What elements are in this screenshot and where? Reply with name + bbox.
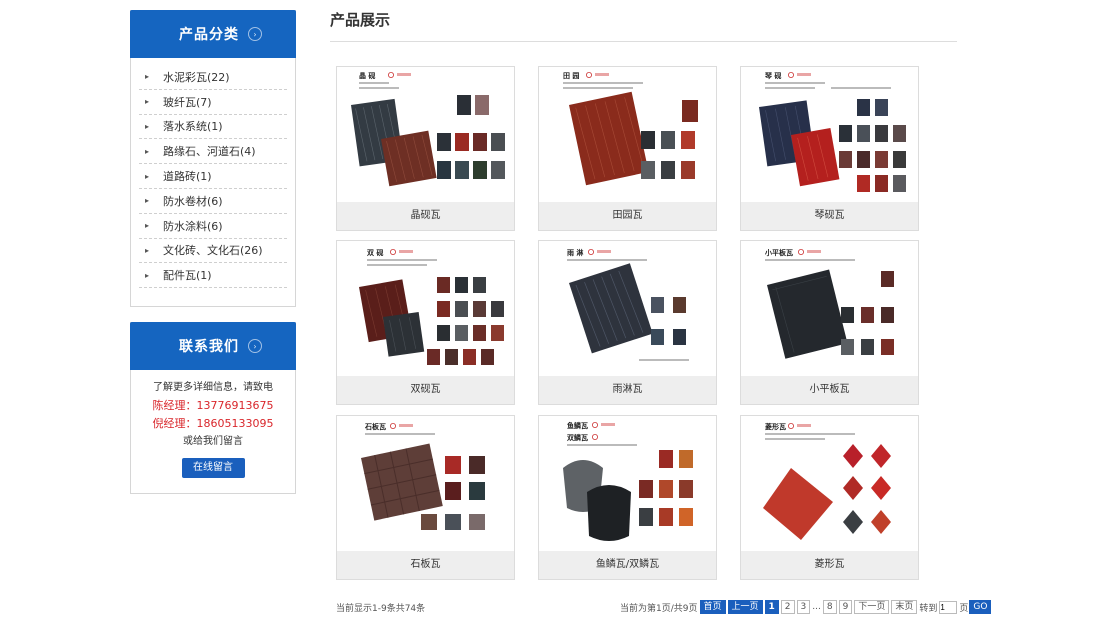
pagination: 当前为第1页/共9页 首页 上一页 1 2 3 ... 8 9 下一页 末页 转…: [620, 600, 993, 614]
category-item[interactable]: ▸ 玻纤瓦(7): [139, 90, 287, 115]
arrow-icon: ▸: [145, 196, 150, 206]
image-title: 雨 淋: [567, 248, 583, 257]
product-image[interactable]: 双 砚: [337, 241, 514, 376]
image-title: 石板瓦: [364, 422, 386, 431]
product-card[interactable]: 菱形瓦 菱形瓦: [740, 415, 919, 580]
product-name[interactable]: 鱼鳞瓦/双鳞瓦: [539, 551, 716, 579]
product-name[interactable]: 琴砚瓦: [741, 202, 918, 230]
online-message-button[interactable]: 在线留言: [181, 458, 245, 478]
category-item[interactable]: ▸ 防水卷材(6): [139, 189, 287, 214]
category-panel: 产品分类 › ▸ 水泥彩瓦(22) ▸ 玻纤瓦(7) ▸ 落水系统(1) ▸ 路缘石、河…: [130, 10, 296, 307]
arrow-icon: ▸: [145, 72, 150, 82]
arrow-icon: ▸: [145, 97, 150, 107]
arrow-icon: ▸: [145, 221, 150, 231]
image-title-2: 双鳞瓦: [567, 433, 588, 442]
product-name[interactable]: 晶砚瓦: [337, 202, 514, 230]
category-label: 配件瓦(1): [163, 269, 212, 283]
image-title: 小平板瓦: [764, 248, 793, 257]
arrow-icon: ▸: [145, 146, 150, 156]
arrow-icon: ▸: [145, 171, 150, 181]
product-name[interactable]: 石板瓦: [337, 551, 514, 579]
go-button[interactable]: GO: [969, 600, 992, 614]
category-item[interactable]: ▸ 道路砖(1): [139, 164, 287, 189]
arrow-icon: ▸: [145, 245, 150, 255]
product-name[interactable]: 田园瓦: [539, 202, 716, 230]
contact-or-text: 或给我们留言: [183, 436, 243, 447]
product-name[interactable]: 小平板瓦: [741, 376, 918, 404]
image-title: 晶 砚: [359, 71, 375, 80]
page-number[interactable]: 9: [838, 600, 853, 614]
arrow-icon: ▸: [145, 121, 150, 131]
product-card[interactable]: 双 砚 双砚瓦: [336, 240, 515, 405]
arrow-icon: ▸: [145, 270, 150, 280]
category-label: 落水系统(1): [163, 120, 223, 134]
product-image[interactable]: 石板瓦: [337, 416, 514, 551]
goto-label: 转到: [919, 603, 938, 614]
category-list: ▸ 水泥彩瓦(22) ▸ 玻纤瓦(7) ▸ 落水系统(1) ▸ 路缘石、河道石(4) ▸…: [131, 65, 295, 289]
image-title: 鱼鳞瓦: [567, 421, 588, 430]
product-card[interactable]: 田 园 田园瓦: [538, 66, 717, 231]
product-image[interactable]: 菱形瓦: [741, 416, 918, 551]
category-panel-header: 产品分类 ›: [130, 10, 296, 58]
product-name[interactable]: 双砚瓦: [337, 376, 514, 404]
category-label: 路缘石、河道石(4): [163, 145, 256, 159]
contact-phone-2: 倪经理：18605133095: [152, 417, 274, 430]
category-panel-title: 产品分类: [179, 27, 239, 43]
category-item[interactable]: ▸ 文化砖、文化石(26): [139, 239, 287, 264]
product-card[interactable]: 晶 砚 晶砚瓦: [336, 66, 515, 231]
contact-intro: 了解更多详细信息，请致电: [153, 382, 273, 393]
category-item[interactable]: ▸ 路缘石、河道石(4): [139, 139, 287, 165]
page-number[interactable]: 3: [796, 600, 811, 614]
category-label: 文化砖、文化石(26): [163, 244, 263, 258]
product-card[interactable]: 鱼鳞瓦 双鳞瓦 鱼鳞瓦/双鳞瓦: [538, 415, 717, 580]
category-label: 道路砖(1): [163, 170, 212, 184]
page-title: 产品展示: [330, 11, 391, 29]
prev-page-button[interactable]: 上一页: [727, 600, 763, 614]
contact-body: 了解更多详细信息，请致电 陈经理：13776913675 倪经理：1860513…: [131, 370, 295, 478]
product-image[interactable]: 琴 砚: [741, 67, 918, 202]
pagination-ellipsis: ...: [812, 602, 821, 612]
chevron-right-icon[interactable]: ›: [248, 27, 262, 41]
next-page-button[interactable]: 下一页: [854, 600, 890, 614]
contact-phone-1: 陈经理：13776913675: [152, 399, 274, 412]
product-image[interactable]: 晶 砚: [337, 67, 514, 202]
page-number[interactable]: 2: [780, 600, 795, 614]
chevron-right-icon[interactable]: ›: [248, 339, 262, 353]
category-label: 玻纤瓦(7): [163, 95, 212, 109]
category-label: 防水卷材(6): [163, 194, 223, 208]
page-number[interactable]: 8: [822, 600, 837, 614]
image-title: 琴 砚: [764, 71, 781, 80]
image-title: 田 园: [563, 71, 579, 80]
product-image[interactable]: 雨 淋: [539, 241, 716, 376]
category-item[interactable]: ▸ 防水涂料(6): [139, 214, 287, 239]
title-divider: [330, 41, 957, 42]
contact-panel-title: 联系我们: [179, 339, 239, 355]
product-card[interactable]: 小平板瓦 小平板瓦: [740, 240, 919, 405]
category-item[interactable]: ▸ 水泥彩瓦(22): [139, 65, 287, 90]
pagination-current-info: 当前为第1页/共9页: [620, 603, 698, 614]
goto-page-input[interactable]: [939, 600, 958, 614]
last-page-button[interactable]: 末页: [891, 600, 918, 614]
category-label: 防水涂料(6): [163, 219, 223, 233]
pagination-summary: 当前显示1-9条共74条: [336, 604, 426, 614]
contact-panel-header: 联系我们 ›: [130, 322, 296, 370]
product-image[interactable]: 鱼鳞瓦 双鳞瓦: [539, 416, 716, 551]
image-title: 菱形瓦: [765, 422, 786, 431]
page-number-current[interactable]: 1: [764, 600, 779, 614]
category-label: 水泥彩瓦(22): [163, 70, 230, 84]
product-card[interactable]: 雨 淋 雨淋瓦: [538, 240, 717, 405]
category-item[interactable]: ▸ 落水系统(1): [139, 115, 287, 140]
contact-panel: 联系我们 › 了解更多详细信息，请致电 陈经理：13776913675 倪经理：…: [130, 322, 296, 494]
product-name[interactable]: 菱形瓦: [741, 551, 918, 579]
page-unit-label: 页: [959, 603, 969, 614]
image-title: 双 砚: [367, 248, 383, 257]
product-card[interactable]: 琴 砚 琴砚瓦: [740, 66, 919, 231]
product-card[interactable]: 石板瓦 石板瓦: [336, 415, 515, 580]
category-item[interactable]: ▸ 配件瓦(1): [139, 263, 287, 289]
first-page-button[interactable]: 首页: [699, 600, 726, 614]
product-image[interactable]: 田 园: [539, 67, 716, 202]
product-name[interactable]: 雨淋瓦: [539, 376, 716, 404]
product-image[interactable]: 小平板瓦: [741, 241, 918, 376]
